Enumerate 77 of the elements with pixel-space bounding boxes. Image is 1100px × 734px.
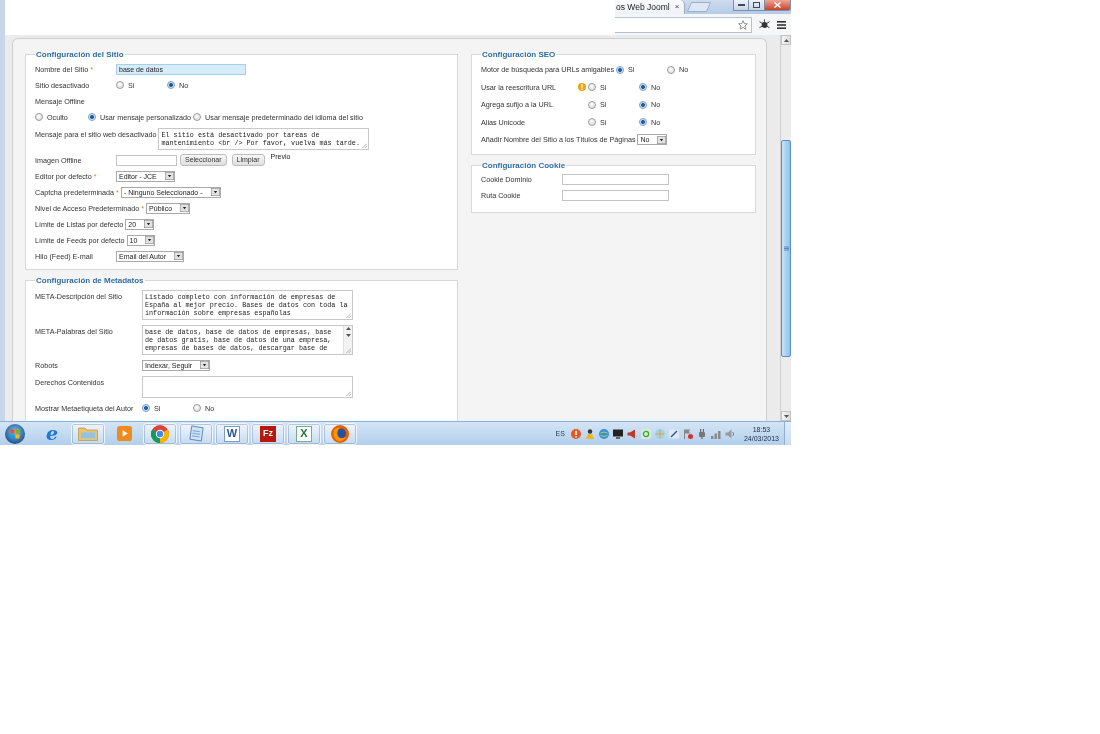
panel-title: Configuración de Metadatos xyxy=(35,276,145,285)
grip-icon xyxy=(783,246,789,251)
radio-button[interactable] xyxy=(88,113,96,121)
radio-button[interactable] xyxy=(193,404,201,412)
radio-button[interactable] xyxy=(616,65,625,74)
resize-grip-icon[interactable] xyxy=(346,348,352,353)
panel-title: Configuración Cookie xyxy=(481,160,567,170)
caret-icon[interactable] xyxy=(145,236,155,244)
down-arrow-icon xyxy=(783,414,789,418)
radio-button[interactable] xyxy=(639,83,647,92)
menu-icon[interactable] xyxy=(777,20,786,29)
taskbar-button[interactable]: W xyxy=(215,422,249,445)
folder-icon xyxy=(78,426,98,441)
pen-icon[interactable] xyxy=(668,428,679,439)
scroll-up-button[interactable] xyxy=(781,35,791,45)
resize-grip-icon[interactable] xyxy=(345,391,351,396)
radio-button[interactable] xyxy=(35,113,43,121)
monitor-icon[interactable] xyxy=(612,428,623,439)
radio-button[interactable] xyxy=(142,404,150,412)
caret-icon[interactable] xyxy=(174,252,184,260)
radio-button[interactable] xyxy=(193,113,202,121)
notepad-icon xyxy=(187,425,205,442)
plug-icon[interactable] xyxy=(696,428,707,439)
scrollbar[interactable] xyxy=(781,35,791,421)
scrollbar-thumb[interactable] xyxy=(781,140,791,357)
panel-title: Configuración del Sitio xyxy=(35,50,125,59)
radio-button[interactable] xyxy=(639,118,647,127)
bug-icon[interactable] xyxy=(759,19,770,30)
maximize-button[interactable] xyxy=(749,0,765,11)
radio-button[interactable] xyxy=(588,100,596,109)
round-logo-icon xyxy=(151,424,169,443)
start-button[interactable] xyxy=(3,422,27,445)
radio-button[interactable] xyxy=(116,81,124,89)
play-icon xyxy=(116,426,132,441)
close-icon xyxy=(774,2,781,8)
radio-button[interactable] xyxy=(588,118,596,127)
up-arrow-icon[interactable] xyxy=(345,327,351,330)
text-field[interactable] xyxy=(562,174,669,185)
caret-icon[interactable] xyxy=(144,220,154,228)
scroll-down-button[interactable] xyxy=(781,411,791,421)
resize-grip-icon[interactable] xyxy=(345,313,351,318)
minimize-icon xyxy=(737,4,745,6)
speaker-icon[interactable] xyxy=(724,428,735,439)
taskbar-button[interactable]: Fz xyxy=(251,422,285,445)
address-field[interactable] xyxy=(615,16,752,33)
close-button[interactable] xyxy=(765,0,791,11)
caret-icon[interactable] xyxy=(200,361,210,369)
caret-icon[interactable] xyxy=(657,135,667,144)
radio-button[interactable] xyxy=(588,83,596,92)
caret-icon[interactable] xyxy=(164,172,174,180)
maximize-icon xyxy=(753,2,760,8)
radio-button[interactable] xyxy=(639,100,647,109)
flag-icon[interactable] xyxy=(682,428,693,439)
text-field[interactable] xyxy=(116,154,177,166)
megaphone-icon[interactable] xyxy=(626,428,637,439)
star-icon[interactable] xyxy=(738,19,748,30)
panel-title: Configuración SEO xyxy=(481,50,557,59)
flag-orb-icon xyxy=(5,423,25,444)
taskbar-button[interactable] xyxy=(323,422,357,445)
minimize-button[interactable] xyxy=(733,0,749,11)
taskbar-button[interactable] xyxy=(143,422,177,445)
caret-icon[interactable] xyxy=(180,204,190,212)
radio-button[interactable] xyxy=(167,81,175,89)
ring-icon[interactable] xyxy=(640,428,651,439)
tab-close-button[interactable]: × xyxy=(674,3,680,11)
globe-icon xyxy=(331,424,349,443)
radio-button[interactable] xyxy=(667,65,676,74)
taskbar-button[interactable]: X xyxy=(287,422,321,445)
signal-bars-icon[interactable] xyxy=(710,428,721,439)
text-field[interactable] xyxy=(562,190,669,201)
figure-icon[interactable] xyxy=(584,428,595,439)
down-arrow-icon[interactable] xyxy=(345,334,351,337)
caret-icon[interactable] xyxy=(210,188,220,196)
textarea-scrollbar[interactable] xyxy=(343,326,353,354)
resize-grip-icon[interactable] xyxy=(362,143,367,148)
browser-tab[interactable]: os Web Jooml × xyxy=(615,0,686,14)
up-arrow-icon xyxy=(783,38,789,42)
